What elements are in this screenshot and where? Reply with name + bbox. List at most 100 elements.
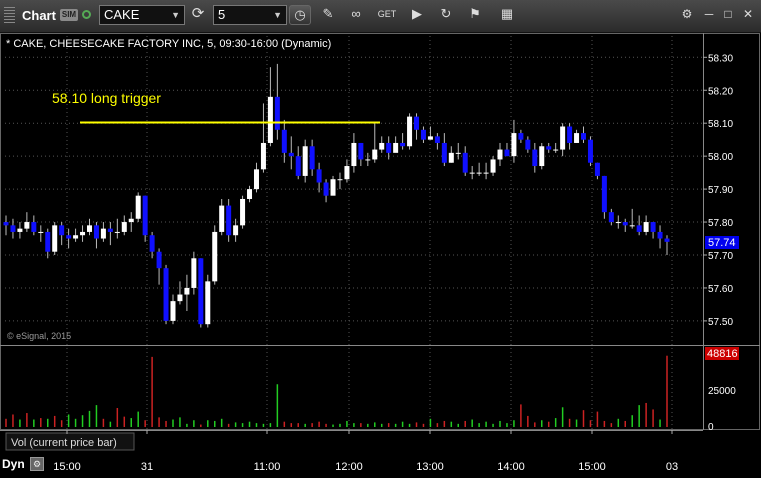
- time-tick-label: 15:00: [578, 461, 606, 473]
- candle-body: [337, 179, 343, 181]
- price-tick-label: 57.60: [708, 284, 733, 295]
- candle-body: [400, 142, 406, 147]
- time-tick-label: 31: [141, 461, 153, 473]
- price-tick-label: 58.30: [708, 53, 733, 64]
- candle-body: [281, 129, 287, 153]
- candle-body: [615, 222, 621, 224]
- candle-body: [525, 139, 531, 150]
- candle-body: [469, 172, 475, 174]
- candle-body: [629, 225, 635, 227]
- candle-body: [483, 172, 489, 174]
- candle-body: [73, 235, 79, 239]
- candle-body: [462, 152, 468, 173]
- candle-body: [274, 96, 280, 130]
- candle-body: [553, 149, 559, 151]
- candle-body: [45, 231, 51, 252]
- candle-body: [205, 281, 211, 325]
- candle-body: [574, 133, 580, 143]
- candle-body: [379, 142, 385, 150]
- candle-body: [93, 225, 99, 239]
- candle-body: [420, 129, 426, 140]
- candle-body: [518, 133, 524, 140]
- price-tick-label: 57.90: [708, 185, 733, 196]
- time-tick-label: 11:00: [254, 461, 281, 473]
- candle-body: [407, 116, 413, 147]
- candle-body: [226, 205, 232, 236]
- time-tick-label: 03: [666, 461, 678, 473]
- candle-body: [497, 149, 503, 160]
- candle-body: [650, 222, 656, 232]
- footer-settings-icon[interactable]: ⚙: [30, 457, 44, 471]
- candle-body: [163, 268, 169, 321]
- candle-body: [664, 238, 670, 242]
- candle-body: [622, 222, 628, 226]
- candle-body: [198, 258, 204, 325]
- candle-body: [288, 152, 294, 157]
- price-tick-label: 57.70: [708, 251, 733, 262]
- current-price-label: 57.74: [708, 237, 736, 249]
- candle-body: [191, 258, 197, 288]
- candle-body: [351, 142, 357, 167]
- candle-body: [587, 139, 593, 163]
- candle-body: [31, 222, 37, 232]
- time-tick-label: 14:00: [497, 461, 525, 473]
- candle-body: [142, 195, 148, 236]
- candle-body: [330, 179, 336, 196]
- candle-body: [10, 225, 16, 232]
- candle-body: [156, 251, 162, 269]
- candle-body: [560, 126, 566, 150]
- candle-body: [323, 182, 329, 196]
- candle-body: [581, 133, 587, 140]
- candle-body: [107, 228, 113, 232]
- candle-body: [601, 175, 607, 213]
- candle-body: [636, 225, 642, 232]
- candle-body: [114, 231, 120, 233]
- candle-body: [247, 189, 253, 199]
- candle-body: [219, 205, 225, 232]
- candle-body: [24, 222, 30, 229]
- candle-body: [316, 169, 322, 183]
- price-chart[interactable]: 58.10 long trigger * CAKE, CHEESECAKE FA…: [0, 0, 761, 478]
- candle-body: [3, 222, 9, 226]
- volume-panel-label: Vol (current price bar): [11, 437, 117, 449]
- volume-value-label: 48816: [707, 348, 738, 360]
- volume-series: [5, 355, 668, 427]
- candle-body: [504, 149, 510, 157]
- price-tick-label: 58.20: [708, 86, 733, 97]
- candle-body: [233, 225, 239, 236]
- candle-body: [344, 166, 350, 180]
- volume-tick-label: 0: [708, 422, 714, 433]
- candle-body: [66, 235, 72, 239]
- candle-body: [17, 228, 23, 232]
- candle-body: [365, 159, 371, 161]
- time-axis: 15:00 31 11:00 12:00 13:00 14:00 15:00 03: [53, 430, 678, 473]
- time-tick-label: 15:00: [53, 461, 81, 473]
- candle-body: [608, 212, 614, 223]
- price-tick-label: 57.80: [708, 218, 733, 229]
- candle-body: [448, 152, 454, 163]
- candle-body: [393, 142, 399, 153]
- candle-body: [594, 162, 600, 176]
- candle-body: [52, 225, 58, 252]
- candle-body: [121, 222, 127, 232]
- candle-body: [546, 146, 552, 150]
- candle-body: [253, 169, 259, 190]
- candle-body: [184, 287, 190, 295]
- candle-body: [309, 146, 315, 170]
- volume-tick-label: 25000: [708, 386, 736, 397]
- candle-body: [302, 146, 308, 176]
- price-tick-label: 58.10: [708, 119, 733, 130]
- candle-body: [455, 152, 461, 154]
- candle-body: [267, 96, 273, 143]
- volume-axis: 25000 0: [708, 386, 736, 433]
- candle-body: [427, 136, 433, 140]
- candle-body: [38, 231, 44, 233]
- footer-dyn-label[interactable]: Dyn: [2, 457, 25, 471]
- candle-body: [295, 156, 301, 176]
- candle-body: [170, 301, 176, 321]
- candle-body: [511, 133, 517, 157]
- candle-body: [212, 231, 218, 282]
- candle-body: [414, 116, 420, 130]
- candle-body: [657, 231, 663, 239]
- price-tick-label: 58.00: [708, 152, 733, 163]
